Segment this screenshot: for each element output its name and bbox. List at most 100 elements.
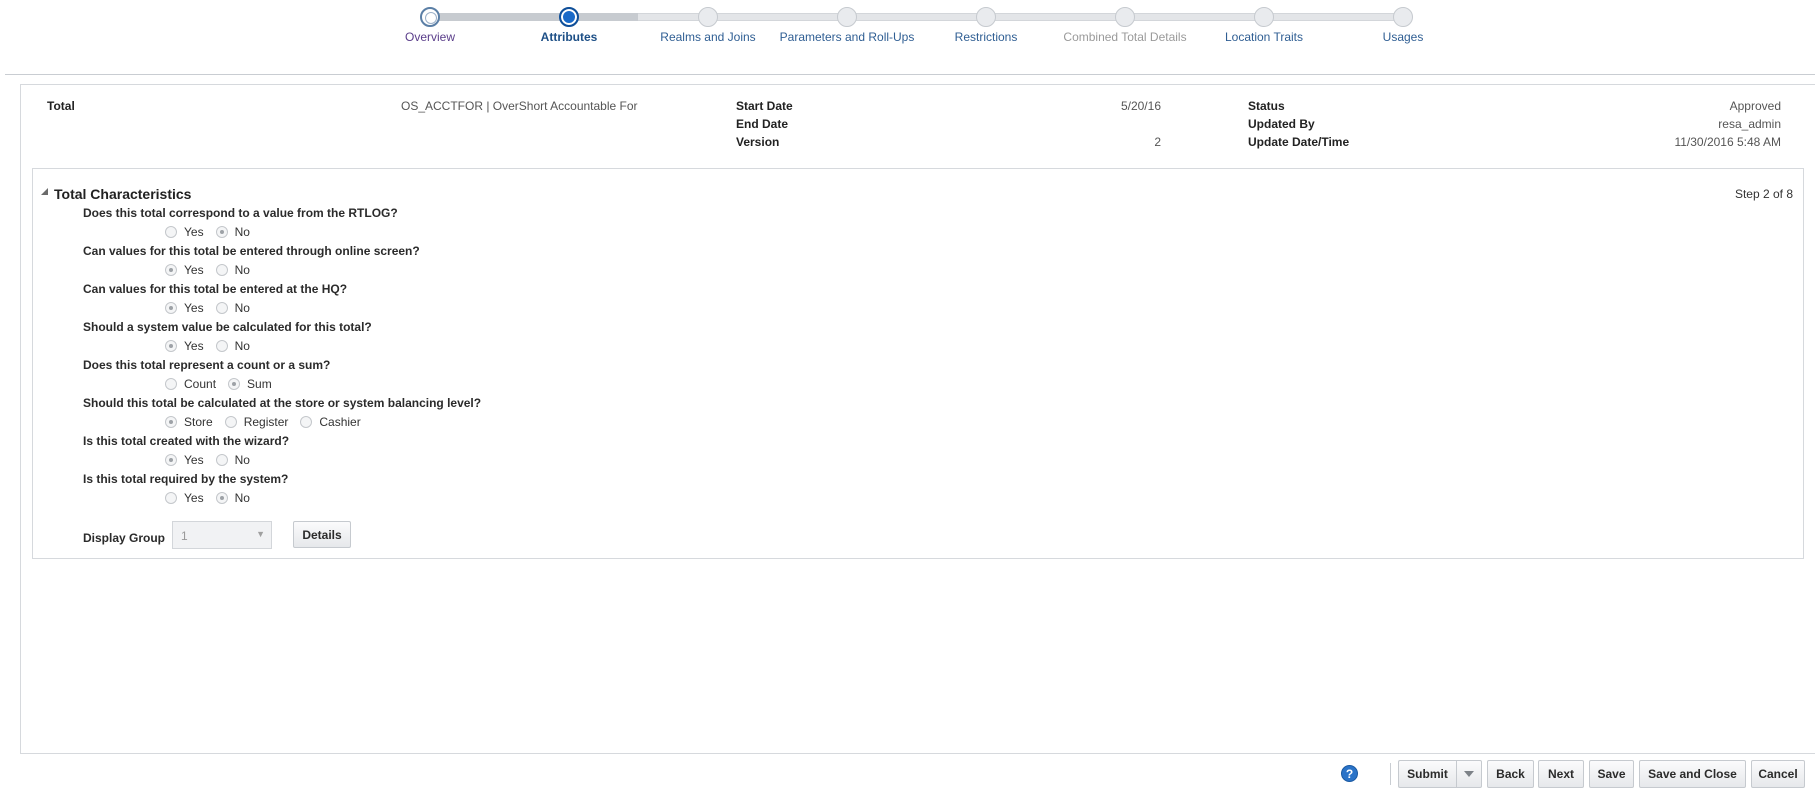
radio-button[interactable] — [165, 302, 177, 314]
main-panel: Total OS_ACCTFOR | OverShort Accountable… — [20, 84, 1815, 754]
details-button[interactable]: Details — [293, 521, 351, 548]
cancel-button[interactable]: Cancel — [1751, 760, 1805, 788]
save-and-close-button[interactable]: Save and Close — [1639, 760, 1746, 788]
radio-label[interactable]: Count — [184, 377, 216, 391]
radio-option-store[interactable]: Store — [165, 415, 221, 429]
radio-group: Yes No — [165, 262, 262, 278]
radio-group: Yes No — [165, 338, 262, 354]
train-stop-realms-and-joins[interactable]: Realms and Joins — [628, 0, 788, 44]
train-stop-label[interactable]: Attributes — [489, 31, 649, 44]
help-icon[interactable]: ? — [1341, 765, 1358, 782]
question-label: Should a system value be calculated for … — [83, 320, 372, 334]
radio-button[interactable] — [300, 416, 313, 428]
train-stop-marker[interactable] — [559, 7, 579, 27]
radio-button[interactable] — [215, 302, 228, 314]
radio-label[interactable]: Yes — [184, 339, 204, 353]
radio-label[interactable]: Yes — [184, 491, 204, 505]
radio-label[interactable]: Yes — [184, 225, 204, 239]
section-title[interactable]: Total Characteristics — [54, 186, 191, 202]
train-stop-restrictions[interactable]: Restrictions — [906, 0, 1066, 44]
radio-button[interactable] — [165, 340, 177, 352]
back-button[interactable]: Back — [1487, 760, 1534, 788]
update-datetime-value: 11/30/2016 5:48 AM — [1674, 135, 1781, 149]
radio-label[interactable]: No — [235, 263, 250, 277]
divider — [5, 74, 1815, 75]
train-stop-label[interactable]: Parameters and Roll-Ups — [767, 31, 927, 44]
radio-option-count[interactable]: Count — [165, 377, 224, 391]
train-stop-marker[interactable] — [976, 7, 996, 27]
radio-option-yes[interactable]: Yes — [165, 225, 212, 239]
radio-label[interactable]: Register — [244, 415, 289, 429]
radio-button[interactable] — [165, 264, 177, 276]
radio-button[interactable] — [165, 226, 177, 238]
submit-button[interactable]: Submit — [1398, 760, 1456, 788]
radio-label[interactable]: No — [235, 339, 250, 353]
updated-by-label: Updated By — [1248, 117, 1315, 131]
radio-group: Count Sum — [165, 376, 284, 392]
radio-option-no[interactable]: No — [215, 453, 258, 467]
radio-button[interactable] — [165, 492, 177, 504]
radio-button[interactable] — [224, 416, 237, 428]
question-label: Is this total created with the wizard? — [83, 434, 290, 448]
radio-option-yes[interactable]: Yes — [165, 453, 212, 467]
radio-label[interactable]: Yes — [184, 301, 204, 315]
radio-label[interactable]: Yes — [184, 453, 204, 467]
radio-button[interactable] — [215, 454, 228, 466]
submit-menu-button[interactable] — [1456, 760, 1482, 788]
train-stop-overview[interactable]: Overview — [350, 0, 510, 44]
radio-button[interactable] — [215, 492, 228, 504]
radio-button[interactable] — [165, 416, 177, 428]
question-label: Does this total represent a count or a s… — [83, 358, 331, 372]
radio-button[interactable] — [165, 454, 177, 466]
train-stop-marker[interactable] — [1393, 7, 1413, 27]
status-value: Approved — [1729, 99, 1781, 113]
radio-button[interactable] — [228, 378, 241, 390]
radio-option-yes[interactable]: Yes — [165, 301, 212, 315]
save-button[interactable]: Save — [1589, 760, 1634, 788]
question-label: Can values for this total be entered thr… — [83, 244, 420, 258]
radio-label[interactable]: No — [235, 301, 250, 315]
train-stop-label[interactable]: Usages — [1323, 31, 1483, 44]
train-stop-label[interactable]: Overview — [350, 31, 510, 44]
radio-button[interactable] — [215, 264, 228, 276]
radio-label[interactable]: No — [235, 453, 250, 467]
train-stop-parameters-and-roll-ups[interactable]: Parameters and Roll-Ups — [767, 0, 927, 44]
radio-label[interactable]: No — [235, 491, 250, 505]
radio-label[interactable]: Yes — [184, 263, 204, 277]
radio-button[interactable] — [215, 340, 228, 352]
train-stop-location-traits[interactable]: Location Traits — [1184, 0, 1344, 44]
train-stop-attributes[interactable]: Attributes — [489, 0, 649, 44]
radio-option-no[interactable]: No — [215, 225, 258, 239]
radio-label[interactable]: Cashier — [319, 415, 360, 429]
radio-label[interactable]: No — [235, 225, 250, 239]
radio-option-register[interactable]: Register — [224, 415, 297, 429]
radio-option-yes[interactable]: Yes — [165, 263, 212, 277]
display-group-select[interactable]: 1 ▼ — [172, 521, 272, 549]
train-stop-marker[interactable] — [1254, 7, 1274, 27]
train-stop-label[interactable]: Restrictions — [906, 31, 1066, 44]
train-stop-label[interactable]: Location Traits — [1184, 31, 1344, 44]
radio-option-no[interactable]: No — [215, 263, 258, 277]
radio-option-yes[interactable]: Yes — [165, 339, 212, 353]
radio-label[interactable]: Store — [184, 415, 213, 429]
radio-option-no[interactable]: No — [215, 491, 258, 505]
radio-option-yes[interactable]: Yes — [165, 491, 212, 505]
next-button[interactable]: Next — [1538, 760, 1584, 788]
train-stop-marker[interactable] — [420, 7, 440, 27]
step-indicator: Step 2 of 8 — [1734, 187, 1793, 201]
train-stop-marker[interactable] — [698, 7, 718, 27]
radio-option-sum[interactable]: Sum — [228, 377, 280, 391]
train-stop-label[interactable]: Realms and Joins — [628, 31, 788, 44]
radio-button[interactable] — [165, 378, 177, 390]
radio-button[interactable] — [215, 226, 228, 238]
train-stop-usages[interactable]: Usages — [1323, 0, 1483, 44]
radio-option-no[interactable]: No — [215, 301, 258, 315]
radio-option-no[interactable]: No — [215, 339, 258, 353]
radio-group: Yes No — [165, 452, 262, 468]
radio-label[interactable]: Sum — [247, 377, 272, 391]
collapse-triangle-icon[interactable] — [41, 188, 48, 195]
radio-option-cashier[interactable]: Cashier — [300, 415, 368, 429]
train-stop-marker[interactable] — [837, 7, 857, 27]
version-label: Version — [736, 135, 780, 149]
update-datetime-label: Update Date/Time — [1248, 135, 1350, 149]
